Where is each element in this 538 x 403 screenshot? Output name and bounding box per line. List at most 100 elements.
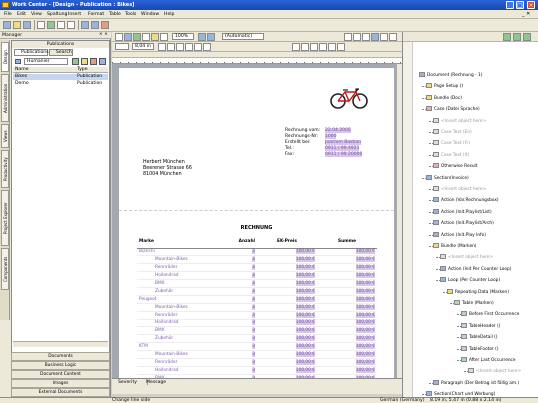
table-row[interactable]: Mountain-Bikes 3 100,00 € 100,00 € xyxy=(137,350,377,359)
col-severity[interactable]: Severity xyxy=(118,380,148,385)
vtab-administration[interactable]: Administration xyxy=(1,74,9,122)
menu-window[interactable]: Window xyxy=(141,12,159,17)
copy-icon[interactable] xyxy=(67,21,75,29)
tree-node[interactable]: <Insert object here> xyxy=(433,117,486,124)
tree-node[interactable]: TableDetail () xyxy=(461,334,498,340)
table-row[interactable]: Hollandrad 3 100,00 € 100,00 € xyxy=(137,366,377,375)
delete-icon[interactable] xyxy=(90,58,97,65)
fill-color-icon[interactable] xyxy=(167,43,175,51)
group-icon[interactable] xyxy=(371,33,379,41)
tree-node[interactable]: Case Text (En) xyxy=(433,129,472,135)
new-icon[interactable] xyxy=(3,21,11,29)
vtab-views[interactable]: Views xyxy=(1,124,9,148)
menu-edit[interactable]: Edit xyxy=(17,12,26,17)
vtab-design[interactable]: Design xyxy=(1,42,9,72)
table-row[interactable]: Mountain-Bikes 3 100,00 € 100,00 € xyxy=(137,303,377,312)
tree-node[interactable]: TableHeader () xyxy=(461,322,500,329)
tree-node[interactable]: Before First Occurrence xyxy=(461,311,519,317)
tree-node[interactable]: <Insert object here> xyxy=(440,254,493,260)
tree-node[interactable]: Document (Rechnung - 1) xyxy=(419,72,482,78)
col-message[interactable]: Message xyxy=(146,380,166,385)
horizontal-scrollbar[interactable] xyxy=(13,341,108,347)
address-block[interactable]: Herbert München Beerener Strasse 66 8100… xyxy=(143,160,192,178)
table-row-brand[interactable]: Peugeot 3 100,00 € 100,00 € xyxy=(137,295,377,304)
value-tel[interactable]: 0911 / 99 4921 xyxy=(325,146,360,151)
tree-node[interactable]: TableFooter () xyxy=(461,345,499,352)
line-icon[interactable] xyxy=(160,33,168,41)
menu-file[interactable]: File xyxy=(4,12,12,17)
tree-node[interactable]: Case (Datei Sprache) xyxy=(426,106,480,112)
design-canvas[interactable]: Rechnung vom: Rechnungs-Nr: Erstellt bei… xyxy=(112,64,402,379)
border-icon[interactable] xyxy=(176,43,184,51)
add-icon[interactable] xyxy=(72,58,79,65)
move-icon[interactable] xyxy=(523,33,531,41)
nav-document-content[interactable]: Document Content xyxy=(11,370,110,379)
bike-image[interactable] xyxy=(329,86,369,110)
vtab-project-explorer[interactable]: Project Explorer xyxy=(1,190,9,246)
value-date[interactable]: 22.04.2005 xyxy=(325,128,351,133)
font-color-icon[interactable] xyxy=(158,43,166,51)
menu-tools[interactable]: Tools xyxy=(125,12,136,17)
panel-close-icon[interactable]: × × xyxy=(99,32,108,37)
value-created[interactable]: Joachim Bastian xyxy=(325,140,362,145)
table-row-brand[interactable]: KTM 3 100,00 € 100,00 € xyxy=(137,342,377,352)
menu-insert[interactable]: Insert xyxy=(68,12,81,17)
justify-icon[interactable] xyxy=(319,43,327,51)
table-row[interactable]: Rennräder 3 100,00 € 100,00 € xyxy=(137,358,377,367)
collapse-icon[interactable] xyxy=(513,33,521,41)
table-row[interactable]: Zubehör 3 100,00 € 100,00 € xyxy=(137,334,377,344)
align-left-icon[interactable] xyxy=(292,43,300,51)
vtab-productivity[interactable]: Productivity xyxy=(1,150,9,188)
run-icon[interactable] xyxy=(101,21,109,29)
menu-view[interactable]: View xyxy=(31,12,42,17)
value-fax[interactable]: 0911 / 99 20000 xyxy=(325,152,363,157)
chart-icon[interactable] xyxy=(151,33,159,41)
zoom-in-icon[interactable] xyxy=(198,33,206,41)
zoom-out-icon[interactable] xyxy=(207,33,215,41)
col-name[interactable]: Name xyxy=(15,67,29,72)
layer-icon[interactable] xyxy=(389,33,397,41)
table-row[interactable]: BMX 3 100,00 € 100,00 € xyxy=(137,279,377,288)
unit-select[interactable] xyxy=(115,43,129,50)
invoice-table[interactable]: Marke Anzahl EK-Preis Summe Bianchi 3 100,… xyxy=(137,236,377,379)
mdi-controls[interactable]: _ ✕ xyxy=(522,11,530,17)
tree-node[interactable]: Paragraph (Der Betrag ist fällig am.) xyxy=(433,379,519,386)
invoice-page[interactable]: Rechnung vom: Rechnungs-Nr: Erstellt bei… xyxy=(119,68,394,379)
table-row[interactable]: Rennräder 3 100,00 € 100,00 € xyxy=(137,263,377,273)
select-icon[interactable] xyxy=(115,33,123,41)
tree-node[interactable]: Case Text (Fr) xyxy=(433,140,470,146)
nav-documents[interactable]: Documents xyxy=(11,352,110,361)
save-icon[interactable] xyxy=(23,21,31,29)
tree-node[interactable]: <Insert object here> xyxy=(433,186,486,192)
open-icon[interactable] xyxy=(13,21,21,29)
table-row[interactable]: Hollandrad 3 100,00 € 100,00 € xyxy=(137,319,377,328)
nav-external-documents[interactable]: External Documents xyxy=(11,388,110,397)
bold-icon[interactable] xyxy=(185,43,193,51)
table-row[interactable]: Mountain-Bikes 3 100,00 € 100,00 € xyxy=(137,255,377,265)
print-icon[interactable] xyxy=(37,21,45,29)
tree-node[interactable]: Bundle (Doc) xyxy=(426,94,462,101)
size-input[interactable]: 8,04 in xyxy=(132,43,154,50)
list-item[interactable]: Demo Publication xyxy=(13,81,108,87)
maximize-button[interactable]: □ xyxy=(516,1,524,9)
italic-icon[interactable] xyxy=(194,43,202,51)
align-center-icon[interactable] xyxy=(301,43,309,51)
redo-icon[interactable] xyxy=(91,21,99,29)
value-number[interactable]: 1000 xyxy=(325,134,337,139)
zoom-select[interactable]: 100% xyxy=(172,33,194,40)
tree-node[interactable]: <Insert object here> xyxy=(468,368,521,374)
image-icon[interactable] xyxy=(133,33,141,41)
tab-publications[interactable]: Publications xyxy=(14,49,49,56)
table-row[interactable]: Zubehör 3 100,00 € 100,00 € xyxy=(137,287,377,296)
menu-format[interactable]: Format xyxy=(88,12,104,17)
frame-icon[interactable] xyxy=(362,33,370,41)
tree-node[interactable]: Action (Init Per Counter Loop) xyxy=(440,265,511,272)
align-icon[interactable] xyxy=(380,33,388,41)
tree-node[interactable]: Table (Marken) xyxy=(454,300,494,306)
table-row[interactable]: Hollandrad 3 100,00 € 100,00 € xyxy=(137,271,377,281)
menu-spaltung[interactable]: Spaltung xyxy=(47,12,67,17)
menu-help[interactable]: Help xyxy=(164,12,174,17)
tree-node[interactable]: Action (Var.Rechnungsbox) xyxy=(433,197,499,203)
table-icon[interactable] xyxy=(142,33,150,41)
filter-select[interactable]: Humanier xyxy=(24,58,68,65)
